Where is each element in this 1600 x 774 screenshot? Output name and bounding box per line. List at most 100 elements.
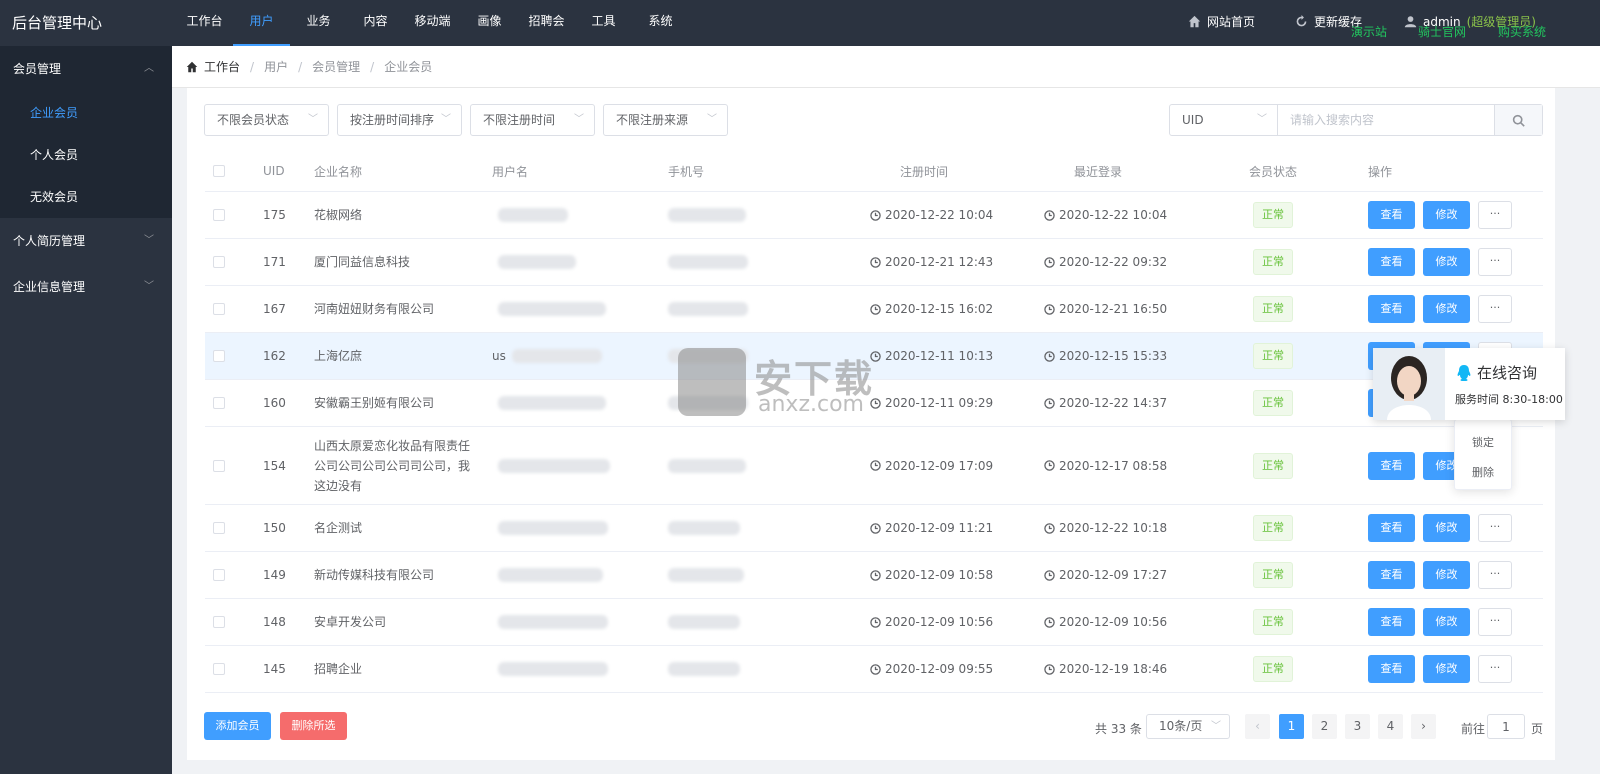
page-button-1[interactable]: 1 bbox=[1279, 714, 1304, 739]
search-button[interactable] bbox=[1494, 105, 1542, 135]
column-header: 注册时间 bbox=[900, 164, 949, 179]
dropdown-item-lock[interactable]: 锁定 bbox=[1455, 428, 1511, 458]
view-button[interactable]: 查看 bbox=[1368, 248, 1415, 276]
breadcrumb-separator: / bbox=[370, 59, 375, 74]
add-member-button[interactable]: 添加会员 bbox=[204, 712, 271, 740]
row-checkbox[interactable] bbox=[213, 286, 225, 332]
table-row[interactable]: 149 新动传媒科技有限公司 2020-12-09 10:58 2020-12-09 … bbox=[205, 552, 1543, 599]
table-row[interactable]: 148 安卓开发公司 2020-12-09 10:56 2020-12-09 10:5… bbox=[205, 599, 1543, 646]
row-checkbox[interactable] bbox=[213, 380, 225, 426]
edit-button[interactable]: 修改 bbox=[1423, 295, 1470, 323]
topnav-item-content[interactable]: 内容 bbox=[347, 0, 404, 46]
view-button[interactable]: 查看 bbox=[1368, 514, 1415, 542]
topnav-item-system[interactable]: 系统 bbox=[632, 0, 689, 46]
edit-button[interactable]: 修改 bbox=[1423, 248, 1470, 276]
demo-site-link[interactable]: 演示站 bbox=[1351, 23, 1387, 40]
topnav-item-jobfair[interactable]: 招聘会 bbox=[518, 0, 575, 46]
more-button[interactable]: ··· bbox=[1478, 608, 1512, 636]
more-button[interactable]: ··· bbox=[1478, 514, 1512, 542]
cell-username bbox=[492, 599, 608, 645]
sidebar-group-resume[interactable]: 个人简历管理 ﹀ bbox=[0, 218, 172, 264]
row-checkbox[interactable] bbox=[213, 552, 225, 598]
site-home-link[interactable]: 网站首页 bbox=[1188, 13, 1255, 30]
goto-page-input[interactable] bbox=[1487, 714, 1525, 739]
more-button[interactable]: ··· bbox=[1478, 201, 1512, 229]
row-checkbox[interactable] bbox=[213, 427, 225, 504]
breadcrumb-item[interactable]: 工作台 bbox=[204, 58, 240, 75]
sidebar-group-company-info[interactable]: 企业信息管理 ﹀ bbox=[0, 264, 172, 310]
cell-status: 正常 bbox=[1253, 380, 1293, 426]
topnav-item-user[interactable]: 用户 bbox=[233, 0, 290, 46]
sidebar-group-member[interactable]: 会员管理 ︿ bbox=[0, 46, 172, 92]
cell-username bbox=[492, 286, 606, 332]
breadcrumb-item[interactable]: 会员管理 bbox=[312, 58, 360, 75]
view-button[interactable]: 查看 bbox=[1368, 295, 1415, 323]
buy-system-link[interactable]: 购买系统 bbox=[1498, 23, 1546, 40]
table-row[interactable]: 171 厦门同益信息科技 2020-12-21 12:43 2020-12-22 09… bbox=[205, 239, 1543, 286]
topnav-item-workbench[interactable]: 工作台 bbox=[176, 0, 233, 46]
row-checkbox[interactable] bbox=[213, 239, 225, 285]
redacted-phone bbox=[668, 255, 748, 269]
filter-member-status[interactable]: 不限会员状态 ﹀ bbox=[204, 104, 329, 136]
more-button[interactable]: ··· bbox=[1478, 248, 1512, 276]
table-row[interactable]: 154 山西太原爱恋化妆品有限责任公司公司公司公司司公司，我这边没有 2020-12… bbox=[205, 427, 1543, 505]
row-checkbox[interactable] bbox=[213, 505, 225, 551]
view-button[interactable]: 查看 bbox=[1368, 201, 1415, 229]
sidebar-item-personal-member[interactable]: 个人会员 bbox=[0, 134, 172, 176]
search-field-select[interactable]: UID ﹀ bbox=[1170, 105, 1278, 135]
filter-reg-time[interactable]: 不限注册时间 ﹀ bbox=[470, 104, 595, 136]
row-checkbox[interactable] bbox=[213, 333, 225, 379]
next-page-button[interactable]: › bbox=[1411, 714, 1436, 739]
table-row[interactable]: 145 招聘企业 2020-12-09 09:55 2020-12-19 18:46 正… bbox=[205, 646, 1543, 693]
official-site-link[interactable]: 骑士官网 bbox=[1418, 23, 1466, 40]
view-button[interactable]: 查看 bbox=[1368, 451, 1415, 480]
cell-actions: 查看 bbox=[1368, 552, 1415, 598]
row-checkbox[interactable] bbox=[213, 599, 225, 645]
table-row[interactable]: 150 名企测试 2020-12-09 11:21 2020-12-22 10:18 正… bbox=[205, 505, 1543, 552]
prev-page-button[interactable]: ‹ bbox=[1245, 714, 1270, 739]
page-button-3[interactable]: 3 bbox=[1345, 714, 1370, 739]
edit-button[interactable]: 修改 bbox=[1423, 201, 1470, 229]
reg-time-text: 2020-12-15 16:02 bbox=[885, 302, 994, 316]
table-row[interactable]: 175 花椒网络 2020-12-22 10:04 2020-12-22 10:04 正… bbox=[205, 192, 1543, 239]
view-button[interactable]: 查看 bbox=[1368, 608, 1415, 636]
filter-sort[interactable]: 按注册时间排序 ﹀ bbox=[337, 104, 462, 136]
sidebar-item-enterprise-member[interactable]: 企业会员 bbox=[0, 92, 172, 134]
edit-button[interactable]: 修改 bbox=[1423, 561, 1470, 589]
page-button-4[interactable]: 4 bbox=[1378, 714, 1403, 739]
topnav-item-tools[interactable]: 工具 bbox=[575, 0, 632, 46]
chevron-down-icon: ﹀ bbox=[1211, 721, 1221, 732]
row-checkbox[interactable] bbox=[213, 646, 225, 692]
page-button-2[interactable]: 2 bbox=[1312, 714, 1337, 739]
cell-username bbox=[492, 427, 610, 504]
edit-button[interactable]: 修改 bbox=[1423, 655, 1470, 683]
table-row[interactable]: 167 河南妞妞财务有限公司 2020-12-15 16:02 2020-12-21 … bbox=[205, 286, 1543, 333]
dropdown-item-delete[interactable]: 删除 bbox=[1455, 458, 1511, 488]
topnav-item-profile[interactable]: 画像 bbox=[461, 0, 518, 46]
more-button[interactable]: ··· bbox=[1478, 295, 1512, 323]
topnav-item-mobile[interactable]: 移动端 bbox=[404, 0, 461, 46]
watermark-sub: anxz.com bbox=[758, 392, 864, 417]
delete-selected-button[interactable]: 删除所选 bbox=[280, 712, 347, 740]
cell-last-login: 2020-12-21 16:50 bbox=[1044, 286, 1167, 332]
page-size-select[interactable]: 10条/页 ﹀ bbox=[1146, 714, 1230, 739]
breadcrumb: 工作台 / 用户 / 会员管理 / 企业会员 bbox=[172, 46, 1600, 88]
online-consult-widget[interactable]: 在线咨询 服务时间 8:30-18:00 bbox=[1373, 348, 1565, 420]
select-all-checkbox[interactable] bbox=[213, 151, 225, 191]
chevron-down-icon: ﹀ bbox=[707, 114, 717, 125]
view-button[interactable]: 查看 bbox=[1368, 561, 1415, 589]
row-checkbox[interactable] bbox=[213, 192, 225, 238]
search-input[interactable] bbox=[1278, 105, 1494, 135]
edit-button[interactable]: 修改 bbox=[1423, 608, 1470, 636]
breadcrumb-item[interactable]: 用户 bbox=[264, 58, 288, 75]
view-button[interactable]: 查看 bbox=[1368, 655, 1415, 683]
sidebar-item-invalid-member[interactable]: 无效会员 bbox=[0, 176, 172, 218]
more-button[interactable]: ··· bbox=[1478, 561, 1512, 589]
refresh-icon bbox=[1296, 15, 1307, 27]
topnav-item-business[interactable]: 业务 bbox=[290, 0, 347, 46]
edit-button[interactable]: 修改 bbox=[1423, 514, 1470, 542]
more-button[interactable]: ··· bbox=[1478, 655, 1512, 683]
filter-reg-source[interactable]: 不限注册来源 ﹀ bbox=[603, 104, 728, 136]
chevron-down-icon: ﹀ bbox=[441, 114, 451, 125]
cell-username bbox=[492, 505, 608, 551]
